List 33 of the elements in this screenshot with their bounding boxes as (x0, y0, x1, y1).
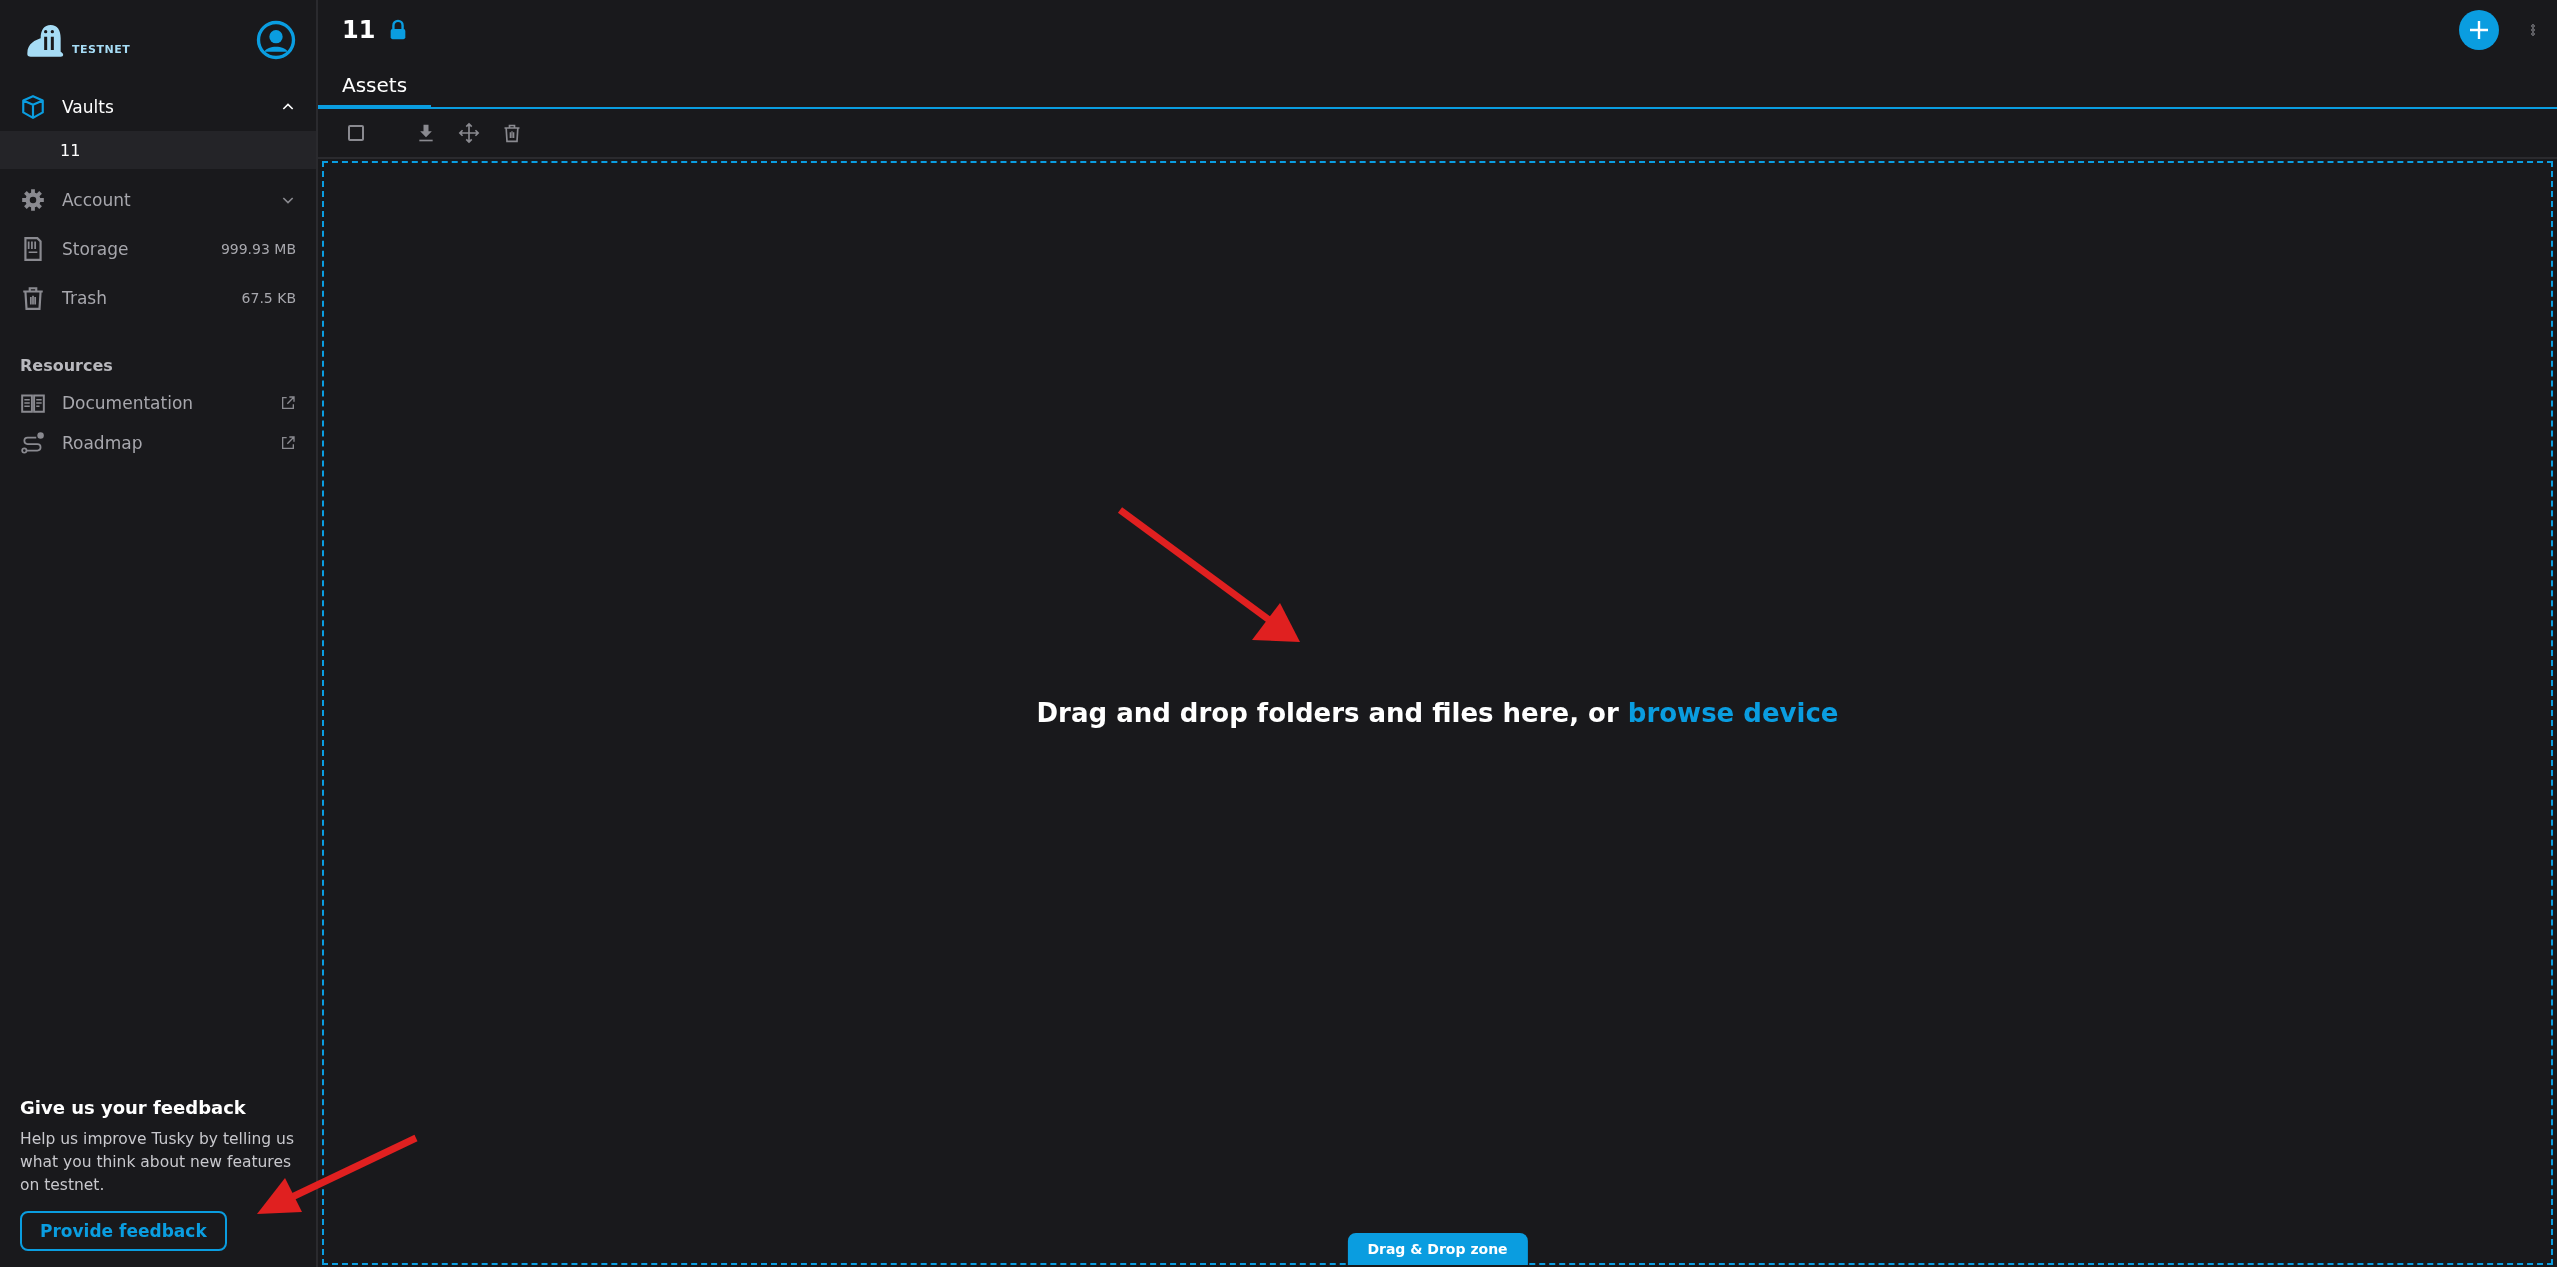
browse-device-link[interactable]: browse device (1627, 698, 1839, 728)
drop-zone-text: Drag and drop folders and files here, or browse device (1036, 698, 1839, 728)
cube-icon (20, 93, 46, 120)
feedback-button[interactable]: Provide feedback (20, 1211, 227, 1251)
download-icon[interactable] (416, 123, 436, 143)
vault-item[interactable]: 11 (0, 131, 316, 169)
gear-icon (20, 186, 46, 213)
section-heading: Resources (19, 355, 114, 377)
select-all-checkbox[interactable] (348, 125, 364, 141)
feedback-text: Help us improve Tusky by telling us what you think about new features on testnet. (20, 1129, 295, 1196)
link-label: Roadmap (62, 433, 144, 453)
tab[interactable]: Assets (318, 73, 432, 109)
drop-zone-badge: Drag & Drop zone (1347, 1233, 1528, 1265)
nav-label: Account (62, 189, 132, 210)
size-label: 67.5 KB (241, 289, 296, 306)
feedback-title: Give us your feedback (20, 1097, 247, 1118)
avatar-icon[interactable] (256, 20, 296, 60)
link-label: Documentation (62, 393, 195, 413)
nav-label: Trash (62, 287, 108, 308)
drop-zone[interactable]: Drag and drop folders and files here, or browse device Drag & Drop zone (322, 161, 2553, 1265)
external-link-icon (280, 435, 296, 451)
vault-title: 11 (342, 16, 376, 44)
nav-label: Vaults (62, 96, 115, 117)
nav-label: Storage (62, 238, 130, 259)
route-icon (20, 430, 46, 456)
move-icon[interactable] (458, 122, 480, 144)
add-button[interactable] (2459, 10, 2499, 50)
logo-text: TESTNET (72, 43, 131, 56)
size-label: 999.93 MB (220, 240, 296, 257)
trash-icon[interactable] (502, 123, 522, 143)
external-link-icon (280, 395, 296, 411)
trash-icon (20, 284, 46, 311)
plus-icon (2467, 18, 2491, 42)
